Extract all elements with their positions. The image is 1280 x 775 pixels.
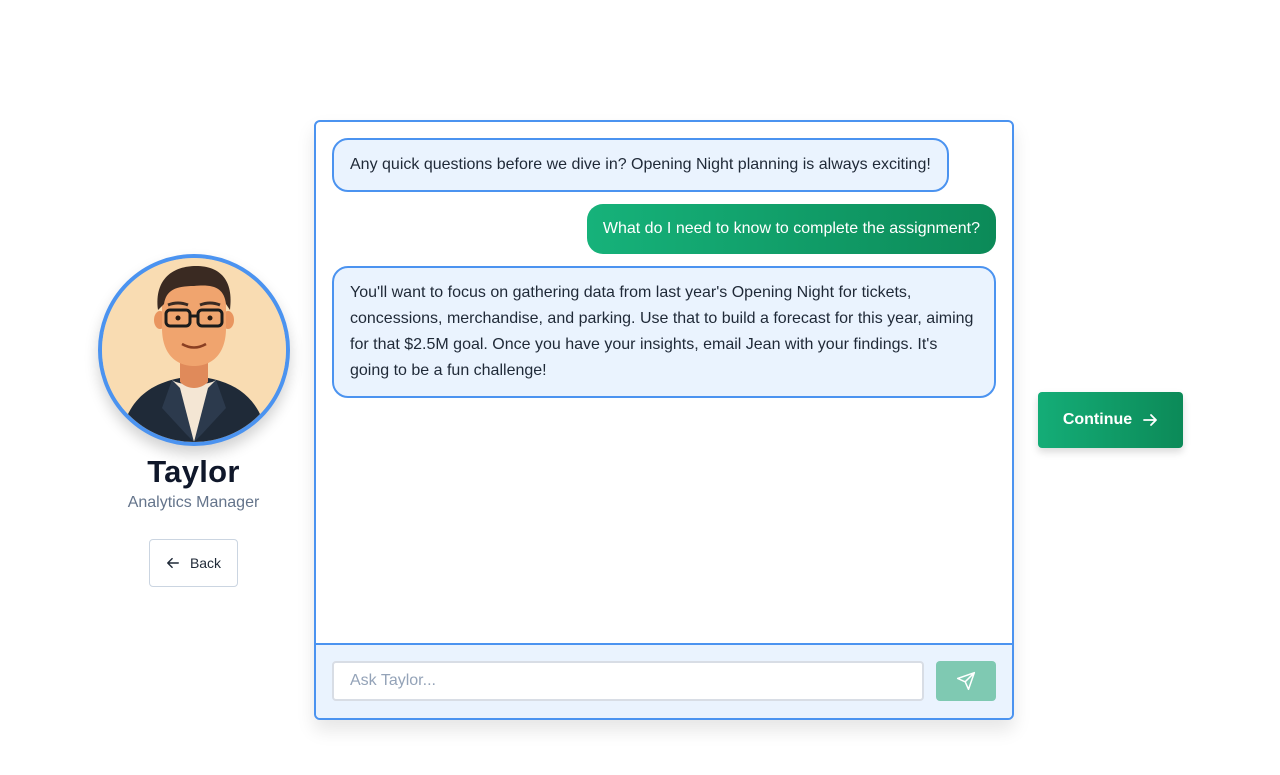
message-row-bot: Any quick questions before we dive in? O… xyxy=(332,138,996,204)
user-message-bubble: What do I need to know to complete the a… xyxy=(586,204,996,254)
send-icon xyxy=(956,671,976,691)
agent-profile: Taylor Analytics Manager Back xyxy=(96,254,291,587)
back-button-label: Back xyxy=(189,555,222,571)
arrow-right-icon xyxy=(1143,414,1158,426)
avatar xyxy=(97,254,290,446)
message-row-bot: You'll want to focus on gathering data f… xyxy=(332,266,996,398)
message-row-user: What do I need to know to complete the a… xyxy=(332,204,996,266)
continue-button-label: Continue xyxy=(1062,411,1133,428)
person-avatar-icon xyxy=(101,258,286,442)
message-composer xyxy=(316,643,1012,718)
send-button[interactable] xyxy=(936,661,996,701)
bot-message-bubble: You'll want to focus on gathering data f… xyxy=(332,266,996,398)
chat-panel: Any quick questions before we dive in? O… xyxy=(314,120,1014,720)
agent-name: Taylor xyxy=(147,454,240,489)
chat-input[interactable] xyxy=(332,661,924,701)
message-list: Any quick questions before we dive in? O… xyxy=(316,122,1012,645)
arrow-left-icon xyxy=(166,557,179,569)
agent-role: Analytics Manager xyxy=(127,494,260,511)
back-button[interactable]: Back xyxy=(148,539,239,587)
bot-message-bubble: Any quick questions before we dive in? O… xyxy=(332,138,949,192)
continue-button[interactable]: Continue xyxy=(1038,392,1183,448)
